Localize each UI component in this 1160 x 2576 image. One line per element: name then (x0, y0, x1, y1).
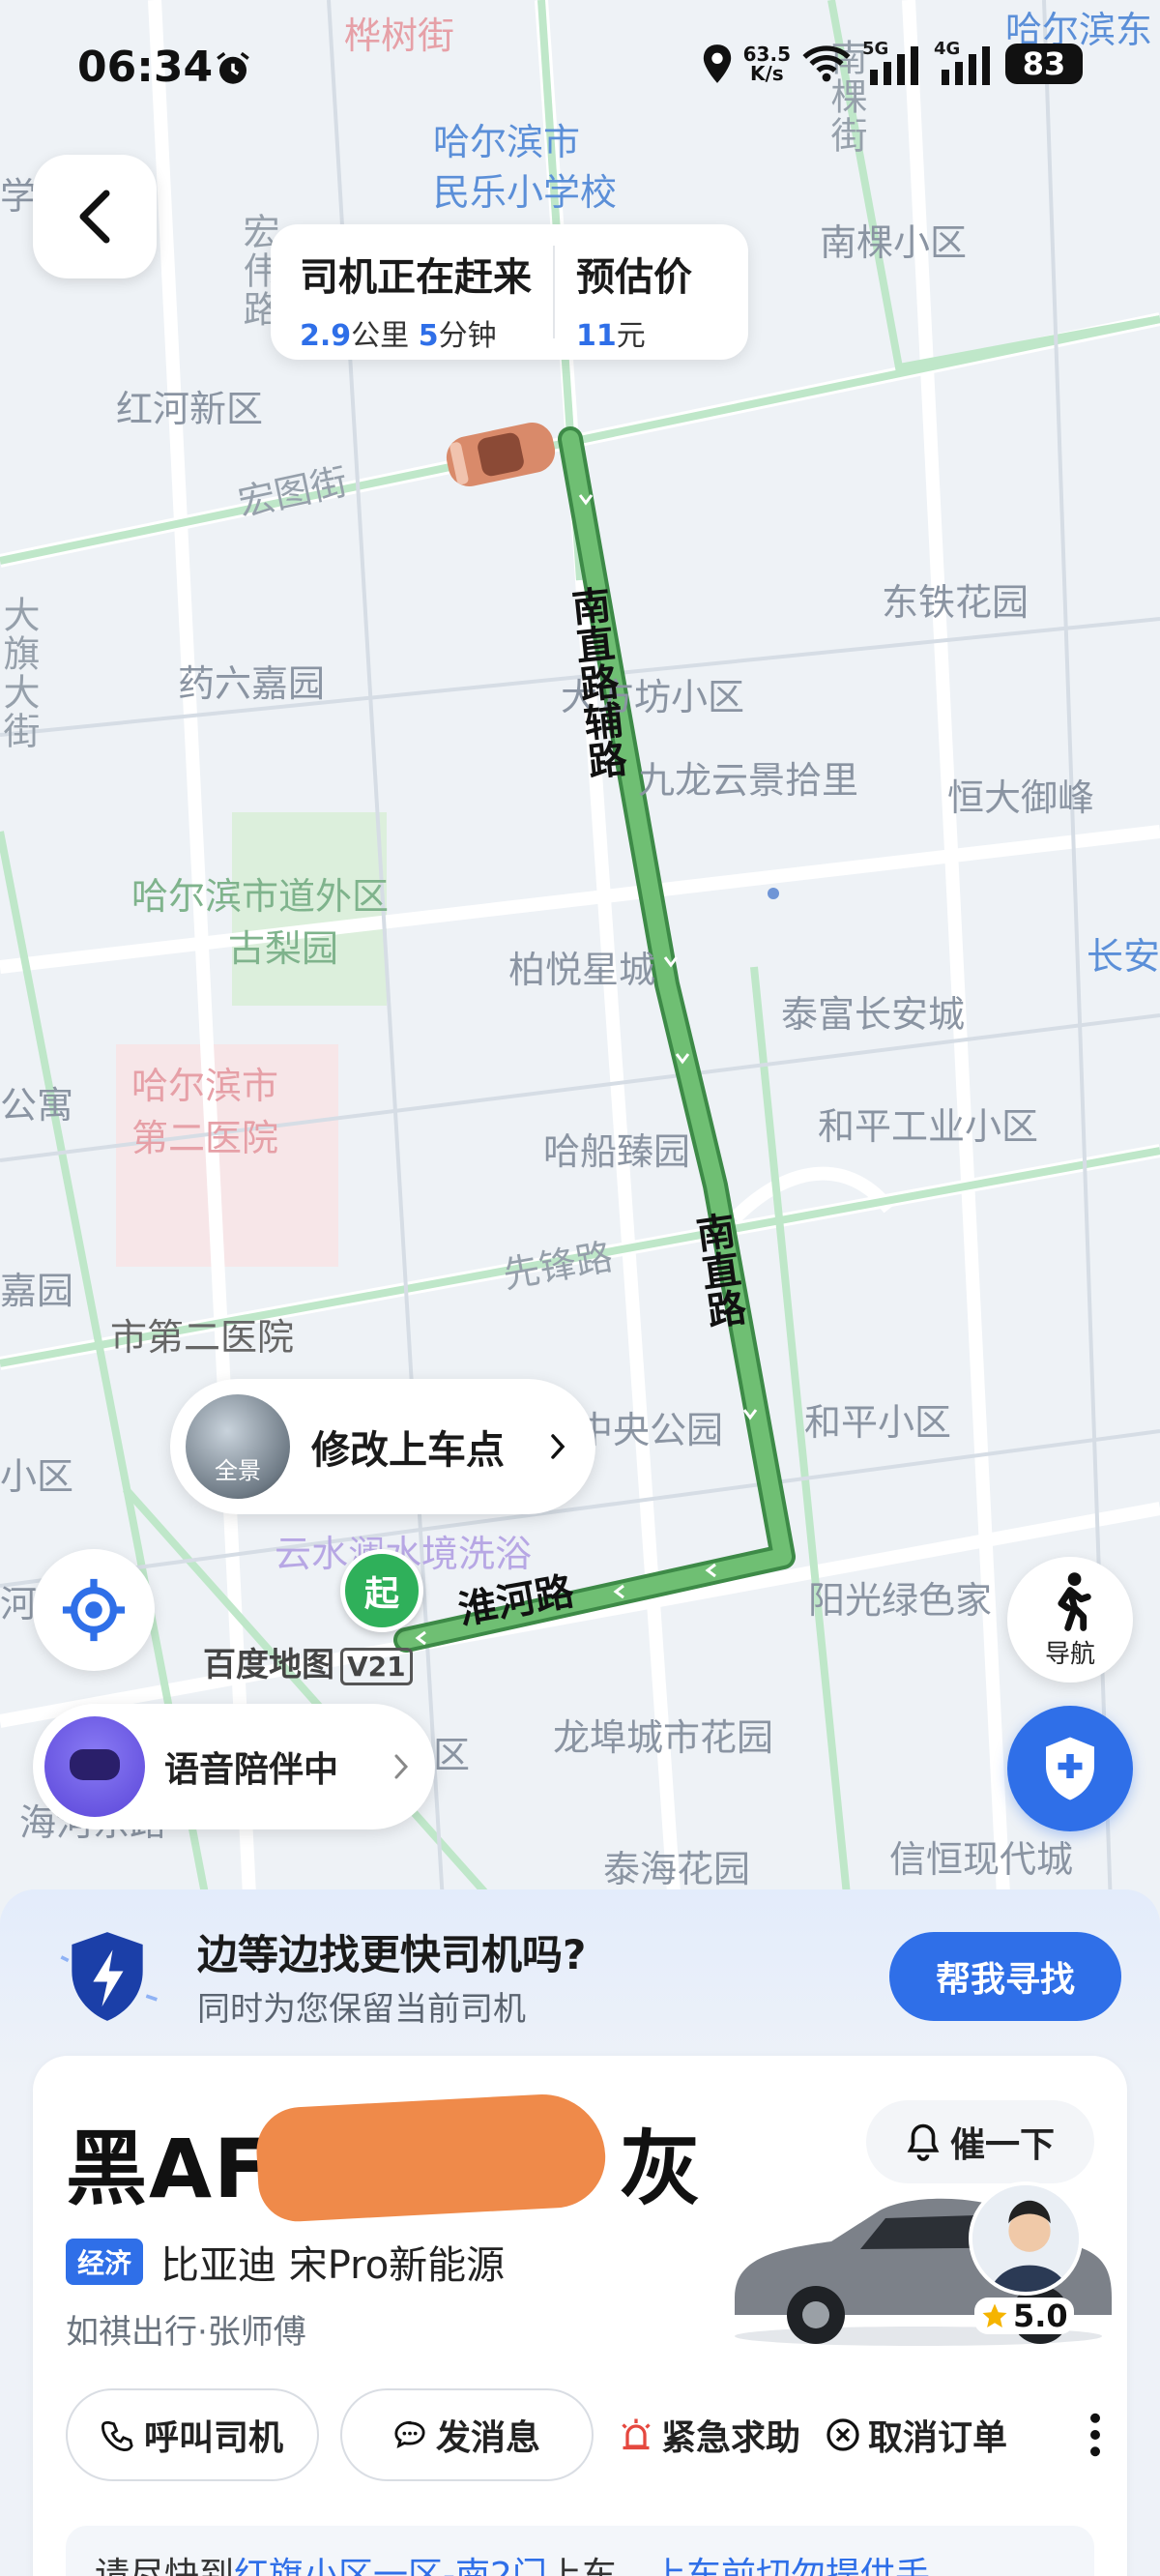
poi-hengda: 恒大御峰 (947, 776, 1095, 819)
road-dazhi: 大旗大街 (0, 596, 40, 750)
chevron-right-icon (551, 1434, 566, 1459)
car-model: 比亚迪 宋Pro新能源 (160, 2243, 506, 2288)
more-options-button[interactable] (1081, 2388, 1110, 2481)
eta-distance-time: 2.9公里 5分钟 (300, 319, 497, 353)
poi-hongqi: 红河新区 (116, 388, 264, 430)
voice-bot-icon (44, 1716, 145, 1817)
promo-subtext: 同时为您保留当前司机 (197, 1990, 526, 2029)
poi-longfu: 龙埠城市花园 (553, 1716, 774, 1759)
poi-city-hospital: 市第二医院 (110, 1316, 295, 1359)
walk-nav-button[interactable]: 导航 (1007, 1557, 1133, 1683)
signal-5g-icon: 5G (862, 39, 924, 85)
driver-name: 如祺出行·张师傅 (66, 2313, 306, 2352)
poi-xiaoqu: 小区 (0, 1455, 74, 1498)
poi-zhongyang: 中央公园 (576, 1409, 724, 1451)
poi-gulilyuan-1: 哈尔滨市道外区 (131, 875, 390, 918)
poi-dongtie: 东铁花园 (882, 581, 1030, 624)
battery-level: 83 (1005, 44, 1083, 84)
poi-hospital-2: 第二医院 (131, 1117, 279, 1159)
phone-icon (101, 2420, 133, 2451)
cancel-order-button[interactable]: 取消订单 (826, 2388, 1007, 2481)
call-driver-button[interactable]: 呼叫司机 (66, 2388, 319, 2481)
driver-card: 黑AF2 灰 催一下 经济 比亚迪 宋Pro新能源 如祺出行·张师傅 5.0 呼… (33, 2056, 1127, 2576)
locate-icon (62, 1578, 126, 1642)
status-time: 06:34 (77, 43, 214, 92)
wifi-icon (802, 45, 851, 82)
poi-school-1: 哈尔滨市 (433, 121, 581, 163)
net-speed: 63.5 K/s (742, 43, 791, 85)
poi-he: 河 (0, 1583, 38, 1625)
eta-card: 司机正在赶来 2.9公里 5分钟 预估价 11元 (271, 224, 748, 360)
promo-banner: 边等边找更快司机吗? 同时为您保留当前司机 帮我寻找 (0, 1889, 1160, 2054)
action-row: 呼叫司机 发消息 紧急求助 取消订单 (66, 2388, 1110, 2481)
poi-heping: 和平小区 (804, 1401, 952, 1444)
poi-gongyu: 公寓 (0, 1084, 74, 1127)
back-button[interactable] (33, 155, 157, 278)
start-marker[interactable]: 起 (340, 1549, 423, 1632)
send-message-button[interactable]: 发消息 (340, 2388, 594, 2481)
poi-yaoliu: 药六嘉园 (178, 662, 326, 705)
poi-baiyue: 柏悦星城 (508, 949, 656, 991)
safety-shield-button[interactable] (1007, 1706, 1133, 1831)
star-icon (982, 2303, 1007, 2327)
car-model-row: 经济 比亚迪 宋Pro新能源 (66, 2234, 505, 2290)
pickup-notice: 请尽快到红旗小区一区-南2门上车，上车前切勿提供手 (66, 2526, 1094, 2576)
location-icon (703, 44, 731, 83)
lightning-shield-icon (60, 1932, 158, 2021)
modify-pickup-label: 修改上车点 (311, 1428, 505, 1473)
chat-icon (394, 2420, 425, 2448)
poi-school-2: 民乐小学校 (433, 171, 618, 214)
service-tag: 经济 (66, 2239, 144, 2285)
driver-rating: 5.0 (974, 2298, 1074, 2334)
chevron-left-icon (79, 190, 110, 244)
voice-label: 语音陪伴中 (164, 1750, 339, 1790)
price-title: 预估价 (576, 255, 692, 300)
locate-button[interactable] (33, 1549, 155, 1671)
price-value: 11元 (576, 319, 646, 353)
car-marker (446, 423, 556, 486)
shield-plus-icon (1046, 1737, 1094, 1800)
poi-jiayuan: 嘉园 (0, 1270, 74, 1312)
status-bar: 06:34 63.5 K/s 5G 4G 83 (0, 0, 1160, 116)
poi-hospital-1: 哈尔滨市 (131, 1065, 279, 1107)
modify-pickup-button[interactable]: 全景 修改上车点 (170, 1379, 595, 1514)
more-vertical-icon (1090, 2413, 1100, 2457)
signal-4g-icon: 4G (934, 39, 996, 85)
plate-redaction (254, 2091, 608, 2224)
poi-gulilyuan-2: 古梨园 (228, 927, 339, 970)
close-circle-icon (826, 2418, 859, 2451)
walk-nav-label: 导航 (1044, 1639, 1095, 1669)
poi-xue: 学 (0, 175, 38, 218)
poi-taihai: 泰海花园 (603, 1848, 751, 1890)
chevron-right-icon (394, 1754, 409, 1779)
siren-icon (622, 2418, 651, 2450)
bottom-sheet: 边等边找更快司机吗? 同时为您保留当前司机 帮我寻找 黑AF2 灰 催一下 经济 … (0, 1889, 1160, 2576)
poi-xinheng: 信恒现代城 (889, 1838, 1074, 1881)
poi-heping-ind: 和平工业小区 (818, 1105, 1039, 1148)
sos-button[interactable]: 紧急求助 (619, 2388, 800, 2481)
promo-headline: 边等边找更快司机吗? (197, 1931, 587, 1978)
driver-avatar[interactable] (969, 2181, 1083, 2296)
panorama-thumbnail[interactable]: 全景 (186, 1394, 290, 1499)
poi-yangguang: 阳光绿色家 (808, 1579, 993, 1622)
poi-changan: 长安 (1087, 935, 1160, 978)
voice-companion-button[interactable]: 语音陪伴中 (33, 1704, 435, 1830)
walking-icon (1058, 1571, 1091, 1631)
poi-hechuan: 哈船臻园 (543, 1130, 691, 1173)
poi-nanli: 南棵小区 (820, 221, 968, 264)
poi-taifu: 泰富长安城 (781, 993, 966, 1036)
map-watermark: 百度地图 V21 (203, 1638, 413, 1685)
poi-jiulong: 九龙云景拾里 (638, 759, 859, 802)
poi-qu: 区 (433, 1734, 471, 1776)
find-driver-button[interactable]: 帮我寻找 (889, 1932, 1121, 2021)
eta-title: 司机正在赶来 (300, 255, 532, 300)
alarm-icon (217, 51, 249, 84)
